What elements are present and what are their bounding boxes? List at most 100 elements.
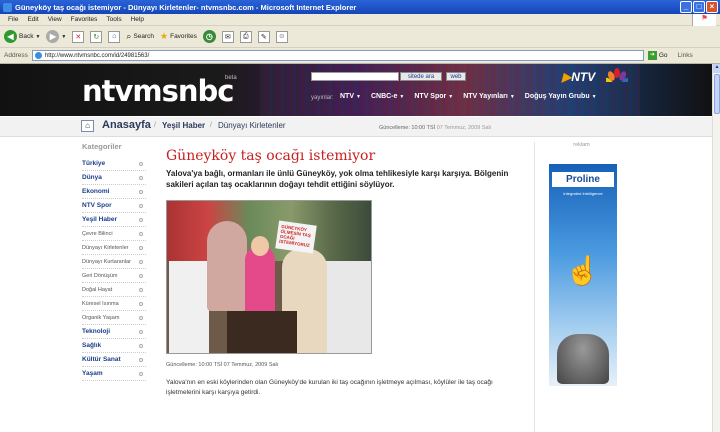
sidebar-item[interactable]: Türkiye	[82, 157, 146, 171]
nav-ntv-yayinlari[interactable]: NTV Yayınları ▼	[463, 93, 515, 100]
home-icon[interactable]: ⌂	[81, 120, 94, 132]
links-button[interactable]: Links	[678, 52, 693, 59]
sidebar-item[interactable]: Teknoloji	[82, 325, 146, 339]
caret-down-icon: ▼	[591, 94, 597, 100]
sidebar-item[interactable]: Geri Dönüşüm	[82, 269, 146, 283]
sidebar-item-label: Türkiye	[82, 160, 106, 167]
go-arrow-icon: ➜	[647, 51, 657, 60]
nav-cnbc-e[interactable]: CNBC-e ▼	[371, 93, 404, 100]
sidebar-item[interactable]: Küresel Isınma	[82, 297, 146, 311]
sidebar-item-label: Dünyayı Kurtaranlar	[82, 258, 131, 265]
back-arrow-icon: ◀	[4, 30, 17, 43]
caret-down-icon: ▼	[509, 94, 515, 100]
bullet-icon	[139, 273, 143, 278]
bullet-icon	[139, 343, 143, 348]
breadcrumb-home[interactable]: Anasayfa	[102, 119, 151, 131]
site-header: ntvmsnbc beta sitede ara web ▶NTV yayınl…	[0, 64, 712, 116]
address-bar: Address http://www.ntvmsnbc.com/id/24981…	[0, 48, 720, 64]
site-search-input[interactable]	[311, 72, 399, 81]
site-nav: NTV ▼ CNBC-e ▼ NTV Spor ▼ NTV Yayınları ▼ Do…	[340, 93, 597, 100]
bullet-icon	[139, 175, 143, 180]
breadcrumb-yesil-haber[interactable]: Yeşil Haber	[162, 121, 205, 130]
menu-help[interactable]: Help	[131, 16, 144, 23]
magnifier-icon: ⌕	[126, 31, 132, 41]
sidebar-item[interactable]: Yeşil Haber	[82, 213, 146, 227]
sidebar-item[interactable]: Dünya	[82, 171, 146, 185]
sidebar-item[interactable]: Organik Yaşam	[82, 311, 146, 325]
bullet-icon	[139, 189, 143, 194]
sidebar-item[interactable]: Yaşam	[82, 367, 146, 381]
forward-button[interactable]: ▶ ▼	[46, 30, 66, 43]
chevron-down-icon: ▼	[61, 33, 67, 40]
ntv-logo[interactable]: ▶NTV	[562, 70, 595, 84]
window-controls: _ □ ×	[680, 1, 718, 13]
window-title: Güneyköy taş ocağı istemiyor - Dünyayı K…	[15, 2, 357, 12]
category-list: Türkiye Dünya Ekonomi NTV Spor Yeşil Haber Çe…	[82, 157, 146, 381]
site-search-button[interactable]: sitede ara	[400, 72, 442, 81]
sidebar-item-label: Küresel Isınma	[82, 300, 119, 307]
bullet-icon	[139, 357, 143, 362]
sidebar-item[interactable]: Kültür Sanat	[82, 353, 146, 367]
menu-file[interactable]: File	[8, 16, 18, 23]
home-icon[interactable]: ⌂	[108, 30, 121, 43]
nav-ntv-spor[interactable]: NTV Spor ▼	[414, 93, 453, 100]
minimize-button[interactable]: _	[680, 1, 692, 13]
vertical-scrollbar[interactable]: ▲	[712, 64, 720, 432]
sidebar-item-label: Yaşam	[82, 370, 103, 377]
ntv-brand: NTV	[571, 70, 596, 84]
caret-down-icon: ▼	[399, 94, 405, 100]
menu-favorites[interactable]: Favorites	[71, 16, 98, 23]
refresh-icon[interactable]: ↻	[90, 30, 103, 43]
web-search-button[interactable]: web	[446, 72, 466, 81]
nav-ntv[interactable]: NTV ▼	[340, 93, 361, 100]
sidebar-item[interactable]: Ekonomi	[82, 185, 146, 199]
ad-stones-image	[557, 334, 609, 384]
update-timestamp: Güncelleme: 10:00 TSİ 07 Temmuz, 2009 Sa…	[379, 125, 492, 131]
ad-column: reklam Proline Integrated Intelligence ☝	[534, 142, 628, 432]
sidebar-item-label: Dünya	[82, 174, 102, 181]
nav-dogus[interactable]: Doğuş Yayın Grubu ▼	[525, 93, 597, 100]
bullet-icon	[139, 287, 143, 292]
edit-icon[interactable]: ✎	[257, 30, 270, 43]
menu-tools[interactable]: Tools	[106, 16, 121, 23]
close-button[interactable]: ×	[706, 1, 718, 13]
site-logo[interactable]: ntvmsnbc	[82, 74, 234, 108]
url-field[interactable]: http://www.ntvmsnbc.com/id/24981563/	[31, 50, 644, 61]
search-button[interactable]: ⌕ Search	[126, 31, 154, 42]
stop-icon[interactable]: ✕	[72, 30, 85, 43]
bullet-icon	[139, 301, 143, 306]
search-label: Search	[133, 33, 155, 40]
menu-edit[interactable]: Edit	[27, 16, 38, 23]
caret-down-icon: ▼	[356, 94, 361, 100]
windows-logo-icon: ⚑	[692, 14, 716, 26]
print-icon[interactable]: ⎙	[239, 30, 252, 43]
back-label: Back	[19, 33, 34, 40]
scroll-thumb[interactable]	[714, 74, 720, 114]
history-icon[interactable]: ◷	[202, 30, 216, 43]
favorites-button[interactable]: ★ Favorites	[160, 31, 197, 42]
proline-ad[interactable]: Proline Integrated Intelligence ☝	[549, 164, 617, 386]
maximize-button[interactable]: □	[693, 1, 705, 13]
sidebar-item[interactable]: Çevre Bilinci	[82, 227, 146, 241]
sidebar-item[interactable]: Doğal Hayat	[82, 283, 146, 297]
menu-view[interactable]: View	[48, 16, 62, 23]
sidebar-item-label: Dünyayı Kirletenler	[82, 244, 129, 251]
mail-icon[interactable]: ✉	[221, 30, 234, 43]
sidebar-item[interactable]: Dünyayı Kirletenler	[82, 241, 146, 255]
scroll-up-arrow-icon[interactable]: ▲	[713, 64, 720, 73]
sidebar-item[interactable]: NTV Spor	[82, 199, 146, 213]
back-button[interactable]: ◀ Back ▼	[4, 30, 40, 43]
messenger-icon[interactable]: ☺	[275, 30, 288, 43]
breadcrumb-separator: /	[154, 122, 156, 129]
ad-brand: Proline	[552, 172, 614, 187]
forward-arrow-icon: ▶	[46, 30, 60, 43]
bullet-icon	[139, 371, 143, 376]
breadcrumb-dunyayi-kirletenler[interactable]: Dünyayı Kirletenler	[218, 121, 286, 130]
bullet-icon	[139, 161, 143, 166]
article-photo[interactable]: GÜNEYKÖY ÖLMESİN TAŞ OCAĞI İSTEMİYORUZ	[166, 200, 372, 354]
go-button[interactable]: ➜ Go	[647, 51, 668, 60]
star-icon: ★	[160, 31, 169, 41]
chevron-down-icon: ▼	[35, 33, 41, 40]
sidebar-item[interactable]: Dünyayı Kurtaranlar	[82, 255, 146, 269]
sidebar-item[interactable]: Sağlık	[82, 339, 146, 353]
